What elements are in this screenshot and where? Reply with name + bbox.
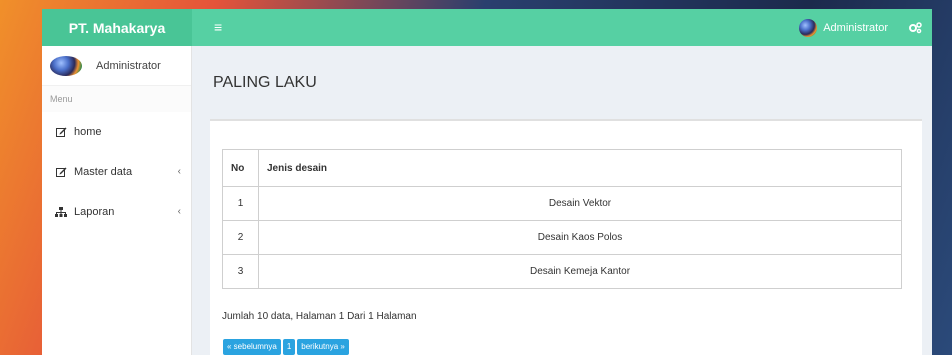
column-header-jenis-desain: Jenis desain	[258, 149, 902, 187]
sidebar: Administrator Menu home Master data ‹ La…	[42, 46, 192, 355]
main-content: PALING LAKU No Jenis desain 1 Desain Vek…	[192, 46, 932, 355]
table-header-row: No Jenis desain	[222, 149, 902, 187]
avatar	[50, 55, 82, 76]
table-row: 1 Desain Vektor	[222, 186, 902, 221]
cell-no: 1	[222, 186, 259, 221]
sidebar-user-name: Administrator	[96, 59, 161, 72]
edit-icon	[54, 165, 68, 179]
user-menu[interactable]: Administrator	[799, 9, 888, 46]
chevron-left-icon: ‹	[177, 166, 181, 177]
sidebar-item-label: Laporan	[74, 206, 115, 218]
pagination: « sebelumnya 1 berikutnya »	[223, 339, 349, 355]
brand-logo[interactable]: PT. Mahakarya	[42, 9, 192, 46]
column-header-no: No	[222, 149, 259, 187]
edit-icon	[54, 125, 68, 139]
user-menu-name: Administrator	[823, 21, 888, 34]
sidebar-item-label: Master data	[74, 166, 133, 178]
next-page-button[interactable]: berikutnya »	[297, 339, 349, 355]
cell-jenis-desain: Desain Kemeja Kantor	[258, 254, 902, 289]
page-title: PALING LAKU	[213, 74, 317, 91]
user-panel: Administrator	[42, 46, 191, 86]
sidebar-item-laporan[interactable]: Laporan ‹	[42, 192, 191, 232]
cell-no: 3	[222, 254, 259, 289]
cell-no: 2	[222, 220, 259, 255]
avatar	[799, 18, 818, 37]
table-row: 3 Desain Kemeja Kantor	[222, 254, 902, 289]
menu-header: Menu	[42, 86, 191, 112]
hamburger-icon[interactable]: ≡	[214, 17, 228, 37]
pagination-summary: Jumlah 10 data, Halaman 1 Dari 1 Halaman	[222, 311, 417, 322]
data-table: No Jenis desain 1 Desain Vektor 2 Desain…	[222, 149, 902, 289]
gears-icon[interactable]	[906, 19, 924, 37]
sidebar-item-label: home	[74, 126, 102, 138]
sidebar-item-master-data[interactable]: Master data ‹	[42, 152, 191, 192]
sitemap-icon	[54, 205, 68, 219]
chevron-left-icon: ‹	[177, 206, 181, 217]
sidebar-item-home[interactable]: home	[42, 112, 191, 152]
prev-page-button[interactable]: « sebelumnya	[223, 339, 281, 355]
content-box: No Jenis desain 1 Desain Vektor 2 Desain…	[210, 119, 922, 355]
page-1-button[interactable]: 1	[282, 339, 296, 355]
cell-jenis-desain: Desain Kaos Polos	[258, 220, 902, 255]
table-row: 2 Desain Kaos Polos	[222, 220, 902, 255]
app-window: PT. Mahakarya ≡ Administrator Administra…	[42, 9, 932, 355]
cell-jenis-desain: Desain Vektor	[258, 186, 902, 221]
top-navbar: PT. Mahakarya ≡ Administrator	[42, 9, 932, 46]
